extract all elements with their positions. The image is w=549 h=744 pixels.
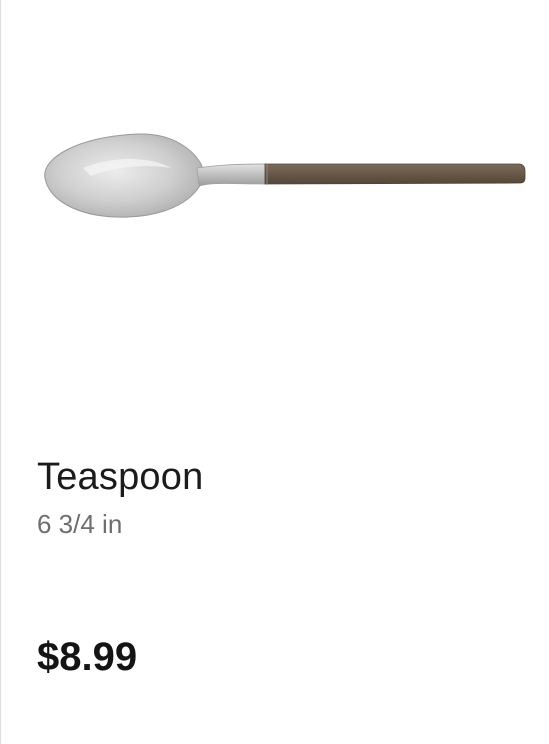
spoon-neck: [196, 163, 268, 187]
product-price: $8.99: [37, 635, 138, 679]
product-size: 6 3/4 in: [37, 509, 123, 539]
product-card[interactable]: Teaspoon 6 3/4 in $8.99: [0, 0, 549, 744]
spoon-bowl: [44, 133, 204, 218]
product-name[interactable]: Teaspoon: [37, 454, 203, 500]
spoon-handle: [264, 163, 526, 185]
spoon-icon: [44, 133, 526, 218]
product-image[interactable]: [31, 120, 531, 230]
